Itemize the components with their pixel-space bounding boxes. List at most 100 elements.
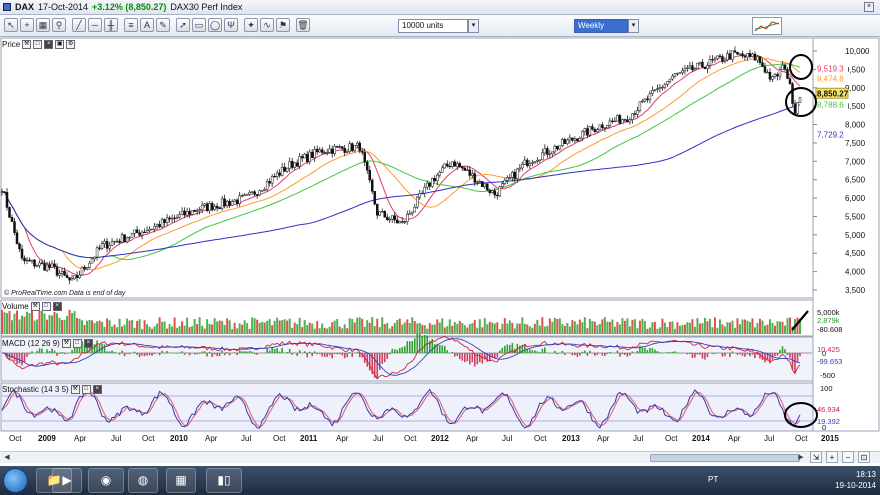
zoom-out-icon[interactable]: − <box>842 451 854 463</box>
candle-body <box>58 273 61 276</box>
volume-bar <box>778 321 781 334</box>
volume-bar <box>78 318 81 334</box>
candle-body <box>5 191 9 208</box>
volume-bar <box>453 322 456 334</box>
candle-body <box>761 62 764 67</box>
candle-body <box>683 68 687 72</box>
close-icon[interactable]: × <box>83 339 93 348</box>
reset-zoom-icon[interactable]: ⊡ <box>858 451 870 463</box>
macd-hist-bar <box>629 353 631 356</box>
volume-bar <box>748 321 751 334</box>
macd-value-a: 10.425 <box>817 345 840 354</box>
volume-bar <box>531 327 534 334</box>
close-icon[interactable]: × <box>92 385 102 394</box>
macd-hist-bar <box>188 353 191 356</box>
volume-bar <box>663 322 666 334</box>
volume-bar <box>613 326 616 334</box>
volume-bar <box>753 327 756 334</box>
candle-body <box>113 240 116 243</box>
volume-bar <box>243 320 246 334</box>
maximize-icon[interactable]: □ <box>81 385 91 394</box>
macd-hist-bar <box>433 344 436 353</box>
windows-taskbar: 📁 ▶ ◉ ◍ ▦ ▮▯ PT 18:13 19-10-2014 <box>0 466 880 495</box>
maximize-icon[interactable]: □ <box>41 302 51 311</box>
macd-hist-bar <box>183 353 186 355</box>
system-clock[interactable]: 18:13 19-10-2014 <box>835 469 876 491</box>
macd-hist-bar <box>489 353 491 362</box>
macd-hist-bar <box>243 351 246 353</box>
candle-body <box>368 170 371 181</box>
media-player-icon[interactable]: ▶ <box>52 468 82 493</box>
volume-bar <box>523 323 526 334</box>
maximize-icon[interactable]: □ <box>72 339 82 348</box>
close-icon[interactable]: × <box>44 40 54 49</box>
candle-body <box>741 53 744 57</box>
chrome-icon[interactable]: ◉ <box>88 468 124 493</box>
volume-bar <box>353 322 356 334</box>
volume-bar <box>136 320 139 334</box>
volume-bar <box>421 324 424 334</box>
copy-icon[interactable]: ▣ <box>55 40 65 49</box>
volume-bar <box>571 320 574 334</box>
macd-hist-bar <box>484 353 486 360</box>
zoom-in-icon[interactable]: + <box>826 451 838 463</box>
candle-body <box>418 193 422 198</box>
fit-icon[interactable]: ⇲ <box>810 451 822 463</box>
macd-hist-bar <box>504 345 506 353</box>
close-icon[interactable]: × <box>52 302 62 311</box>
macd-hist-bar <box>178 352 181 353</box>
language-indicator[interactable]: PT <box>708 475 718 484</box>
macd-hist-bar <box>781 346 784 353</box>
prorealtime-icon[interactable]: ▮▯ <box>206 468 242 493</box>
volume-bar <box>506 323 509 334</box>
volume-bar <box>343 324 346 334</box>
macd-hist-bar <box>66 353 68 354</box>
volume-bar <box>761 320 764 334</box>
volume-bar <box>606 321 609 334</box>
scroll-right-icon[interactable]: ▶ <box>796 453 806 463</box>
horizontal-scrollbar[interactable]: ◀ ▶ <box>0 451 880 463</box>
firefox-icon[interactable]: ◍ <box>128 468 158 493</box>
candle-body <box>518 167 522 170</box>
scrollbar-thumb[interactable] <box>650 454 800 462</box>
macd-hist-bar <box>246 351 248 353</box>
macd-hist-bar <box>596 353 599 355</box>
chart-area[interactable]: 5,000k2,879k-80.608 010.425-99.653-500 1… <box>0 0 880 432</box>
volume-bar <box>548 318 551 334</box>
volume-bar <box>201 325 204 334</box>
start-button[interactable] <box>3 468 28 493</box>
maximize-icon[interactable]: □ <box>33 40 43 49</box>
macd-hist-bar <box>584 350 586 353</box>
candle-body <box>215 205 219 209</box>
candle-body <box>328 148 331 153</box>
candle-body <box>105 241 109 249</box>
candle-body <box>428 182 432 187</box>
settings-icon[interactable]: ⚒ <box>70 385 80 394</box>
volume-bar <box>608 321 611 334</box>
volume-bar <box>683 324 686 334</box>
candle-body <box>626 119 629 123</box>
candle-body <box>616 115 619 122</box>
candle-body <box>708 59 712 66</box>
volume-bar <box>116 327 119 334</box>
macd-hist-bar <box>176 353 178 354</box>
macd-hist-bar <box>123 353 126 357</box>
volume-bar <box>241 324 244 334</box>
volume-bar <box>781 321 784 334</box>
macd-hist-bar <box>358 353 361 358</box>
candle-body <box>703 66 707 70</box>
calendar-icon[interactable]: ▦ <box>166 468 196 493</box>
candle-body <box>175 216 179 219</box>
candle-body <box>188 210 191 215</box>
candle-body <box>138 232 141 236</box>
candle-body <box>671 75 674 80</box>
volume-bar <box>458 320 461 334</box>
candle-body <box>163 219 166 224</box>
macd-hist-bar <box>113 351 116 353</box>
settings-icon[interactable]: ⚒ <box>22 40 32 49</box>
settings-icon[interactable]: ⚒ <box>30 302 40 311</box>
scroll-left-icon[interactable]: ◀ <box>2 453 12 463</box>
gear-icon[interactable]: ⚙ <box>66 40 76 49</box>
volume-bar <box>133 327 136 334</box>
settings-icon[interactable]: ⚒ <box>61 339 71 348</box>
